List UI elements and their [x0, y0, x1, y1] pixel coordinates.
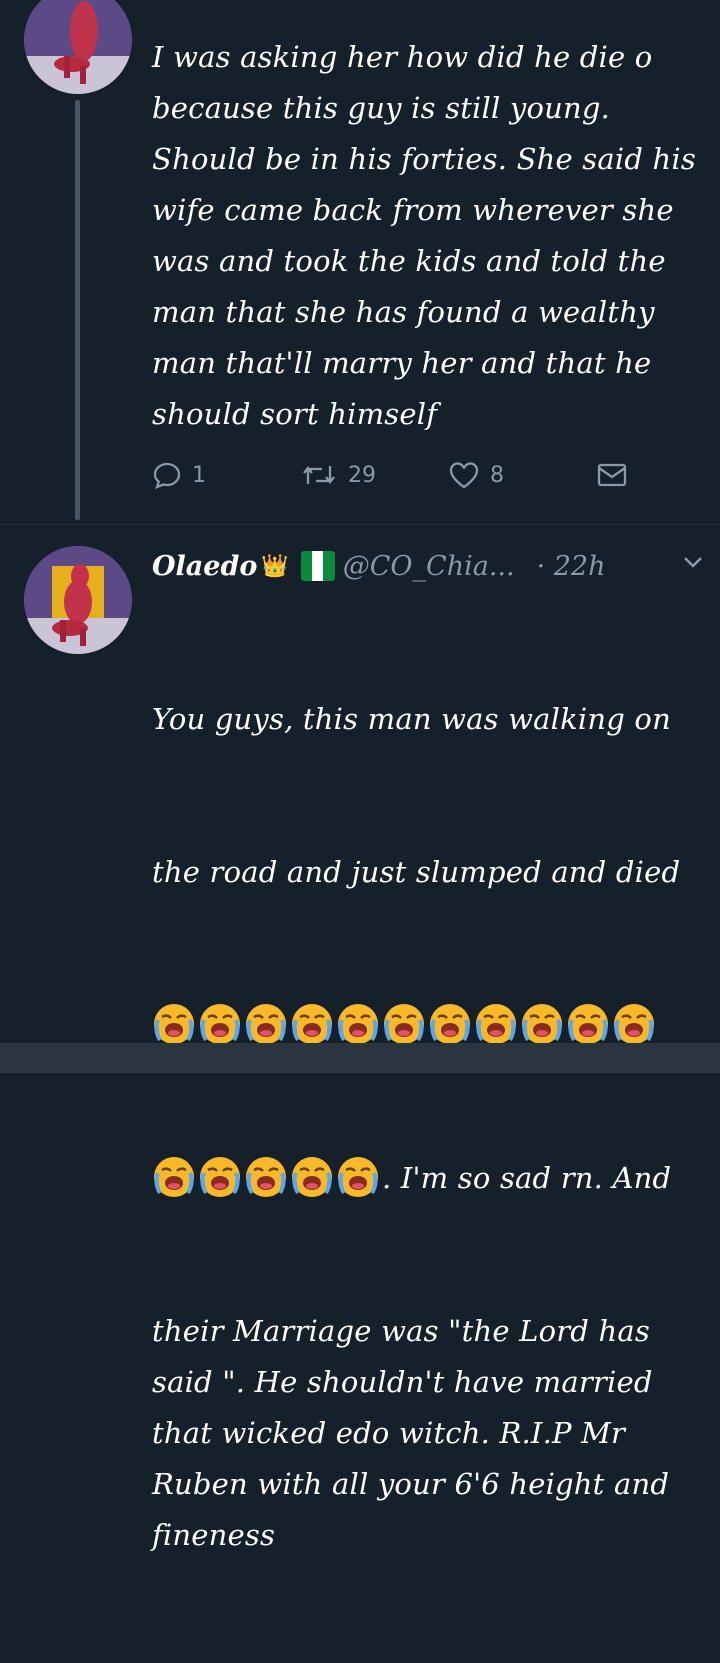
loudly-crying-face-emoji [200, 1157, 240, 1197]
reply-count: 1 [192, 462, 206, 488]
reply-button[interactable]: 1 [152, 460, 206, 490]
retweet-button[interactable]: 29 [300, 460, 376, 490]
tweet-actions: 1 29 8 [152, 460, 632, 500]
crown-emoji: 👑 [261, 553, 289, 579]
loudly-crying-face-emoji [246, 1004, 286, 1044]
loudly-crying-face-emoji [200, 1004, 240, 1044]
tweet-line: . I'm so sad rn. And [152, 1153, 697, 1204]
bottom-bar [0, 1043, 720, 1073]
chevron-down-icon[interactable] [682, 554, 704, 574]
tweet-2[interactable]: Olaedo 👑 @CO_Chia... · 22h You guys, thi… [0, 524, 720, 1552]
loudly-crying-face-emoji [430, 1004, 470, 1044]
display-name[interactable]: Olaedo [152, 551, 257, 582]
tweet-1[interactable]: I was asking her how did he die o becaus… [0, 0, 720, 524]
dm-button[interactable] [596, 460, 628, 490]
avatar[interactable] [24, 546, 132, 654]
loudly-crying-face-emoji [154, 1157, 194, 1197]
avatar[interactable] [24, 0, 132, 94]
loudly-crying-face-emoji [384, 1004, 424, 1044]
loudly-crying-face-emoji [292, 1157, 332, 1197]
tweet-header: Olaedo 👑 @CO_Chia... · 22h [152, 546, 702, 586]
tweet-line: You guys, this man was walking on [152, 702, 671, 736]
loudly-crying-face-emoji [476, 1004, 516, 1044]
tweet-text: I was asking her how did he die o becaus… [152, 40, 696, 431]
tweet-text: You guys, this man was walking on the ro… [152, 592, 697, 1663]
loudly-crying-face-emoji [338, 1157, 378, 1197]
loudly-crying-face-emoji [292, 1004, 332, 1044]
loudly-crying-face-emoji [338, 1004, 378, 1044]
envelope-icon [596, 460, 628, 490]
like-button[interactable]: 8 [448, 460, 504, 490]
heart-icon [448, 460, 480, 490]
retweet-count: 29 [348, 462, 376, 488]
loudly-crying-face-emoji [522, 1004, 562, 1044]
timestamp[interactable]: · 22h [537, 551, 606, 582]
loudly-crying-face-emoji [246, 1157, 286, 1197]
tweet-line: the road and just slumped and died [152, 855, 681, 889]
nigeria-flag-icon [300, 551, 335, 581]
retweet-icon [300, 460, 338, 490]
thread-line [75, 100, 80, 520]
reply-icon [152, 460, 182, 490]
loudly-crying-face-emoji [154, 1004, 194, 1044]
username[interactable]: @CO_Chia... [343, 551, 515, 582]
loudly-crying-face-emoji [614, 1004, 654, 1044]
loudly-crying-face-emoji [568, 1004, 608, 1044]
tweet-line: their Marriage was "the Lord has said ".… [152, 1314, 670, 1552]
like-count: 8 [490, 462, 504, 488]
tweet-line-suffix: . I'm so sad rn. And [382, 1161, 672, 1195]
